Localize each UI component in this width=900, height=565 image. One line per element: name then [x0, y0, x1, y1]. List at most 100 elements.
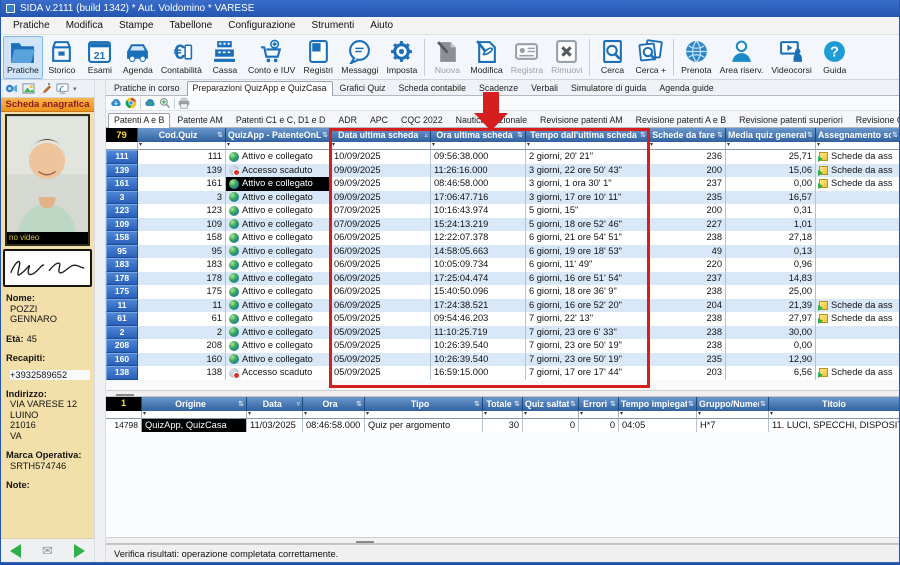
tab-patenti-a-e-b[interactable]: Patenti A e B — [108, 113, 170, 128]
row-number[interactable]: 109 — [106, 218, 138, 232]
tab-nautica-nazionale[interactable]: Nautica Nazionale — [450, 113, 533, 127]
cell-schede-da-fare[interactable]: 200 — [649, 204, 726, 218]
cell-media-quiz[interactable]: 25,71 — [726, 150, 816, 164]
cell-media-quiz[interactable]: 27,18 — [726, 231, 816, 245]
cell-schede-da-fare[interactable]: 227 — [649, 218, 726, 232]
cell-quizapp-status[interactable]: Attivo e collegato — [226, 245, 331, 259]
toolbar-button-cassa[interactable]: Cassa — [206, 36, 244, 79]
cell-ora-ultima-scheda[interactable]: 10:05:09.734 — [431, 258, 526, 272]
menu-pratiche[interactable]: Pratiche — [5, 18, 58, 33]
toolbar-button-area-riserv[interactable]: Area riserv. — [716, 36, 768, 79]
splitter-handle-2[interactable] — [106, 537, 899, 544]
quiz-prep-record-count-header[interactable]: 79 — [106, 128, 138, 142]
cell-assegnamento[interactable] — [816, 272, 900, 286]
cell-data-ultima-scheda[interactable]: 06/09/2025 — [331, 258, 431, 272]
filter-cell[interactable]: ▾ — [579, 411, 619, 419]
tab-scadenze[interactable]: Scadenze — [473, 81, 524, 95]
column-header-schede-da-fare[interactable]: Schede da fare⇅ — [649, 128, 726, 142]
cell-schede-da-fare[interactable]: 203 — [649, 366, 726, 380]
cell-cod-quiz[interactable]: 2 — [138, 326, 226, 340]
cell-data-ultima-scheda[interactable]: 06/09/2025 — [331, 245, 431, 259]
column-header-tipo[interactable]: Tipo⇅ — [365, 397, 483, 411]
cell-ora-ultima-scheda[interactable]: 17:06:47.716 — [431, 191, 526, 205]
toolbar-button-videocorsi[interactable]: Videocorsi — [767, 36, 815, 79]
toolbar-button-cerca[interactable]: Cerca + — [631, 36, 670, 79]
cell-cod-quiz[interactable]: 175 — [138, 285, 226, 299]
chevron-down-icon[interactable]: ▾ — [73, 85, 77, 93]
row-number[interactable]: 14798 — [106, 419, 142, 433]
toolbar-button-imposta[interactable]: Imposta — [382, 36, 421, 79]
webcam-icon[interactable] — [5, 82, 18, 95]
image-icon[interactable] — [22, 82, 35, 95]
cell-assegnamento[interactable]: Schede da ass — [816, 177, 900, 191]
cell-tempo-ultima-scheda[interactable]: 7 giorni, 22' 13" — [526, 312, 649, 326]
cell-tempo-ultima-scheda[interactable]: 6 giorni, 18 ore 36' 9" — [526, 285, 649, 299]
column-header-cod-quiz[interactable]: Cod.Quiz⇅ — [138, 128, 226, 142]
toolbar-button-storico[interactable]: Storico — [43, 36, 81, 79]
cell-data-ultima-scheda[interactable]: 05/09/2025 — [331, 339, 431, 353]
cell-tempo-ultima-scheda[interactable]: 3 giorni, 17 ore 10' 11" — [526, 191, 649, 205]
cell-ora-ultima-scheda[interactable]: 15:40:50.096 — [431, 285, 526, 299]
filter-cell[interactable]: ▾ — [247, 411, 303, 419]
filter-cell[interactable]: ▾ — [142, 411, 247, 419]
row-number[interactable]: 158 — [106, 231, 138, 245]
cell-titolo[interactable]: 11. LUCI, SPECCHI, DISPOSITIVI — [769, 419, 900, 433]
cell-media-quiz[interactable]: 21,39 — [726, 299, 816, 313]
filter-cell[interactable]: ▾ — [483, 411, 523, 419]
filter-cell[interactable]: ▾ — [303, 411, 365, 419]
filter-cell[interactable]: ▾ — [697, 411, 769, 419]
cell-assegnamento[interactable] — [816, 191, 900, 205]
cell-quizapp-status[interactable]: Attivo e collegato — [226, 312, 331, 326]
tab-grafici-quiz[interactable]: Grafici Quiz — [334, 81, 392, 95]
cell-cod-quiz[interactable]: 208 — [138, 339, 226, 353]
cell-cod-quiz[interactable]: 123 — [138, 204, 226, 218]
column-header-quiz-saltati[interactable]: Quiz saltati⇅ — [523, 397, 579, 411]
filter-cell[interactable]: ▾ — [138, 142, 226, 150]
toolbar-button-prenota[interactable]: Prenota — [677, 36, 715, 79]
cell-schede-da-fare[interactable]: 236 — [649, 150, 726, 164]
cell-schede-da-fare[interactable]: 238 — [649, 339, 726, 353]
tab-simulatore-di-guida[interactable]: Simulatore di guida — [565, 81, 652, 95]
cell-ora-ultima-scheda[interactable]: 16:59:15.000 — [431, 366, 526, 380]
filter-cell[interactable]: ▾ — [726, 142, 816, 150]
cell-tempo-ultima-scheda[interactable]: 7 giorni, 17 ore 17' 44" — [526, 366, 649, 380]
column-header-quizapp-patenteonline[interactable]: QuizApp - PatenteOnLine⇅ — [226, 128, 331, 142]
menu-modifica[interactable]: Modifica — [58, 18, 111, 33]
filter-cell[interactable]: ▾ — [816, 142, 900, 150]
cell-cod-quiz[interactable]: 111 — [138, 150, 226, 164]
cell-ora-ultima-scheda[interactable]: 10:26:39.540 — [431, 353, 526, 367]
prev-record-button[interactable] — [10, 544, 21, 558]
cell-assegnamento[interactable] — [816, 218, 900, 232]
cell-quiz-saltati[interactable]: 0 — [523, 419, 579, 433]
column-header-errori[interactable]: Errori⇅ — [579, 397, 619, 411]
filter-cell[interactable]: ▾ — [331, 142, 431, 150]
cell-data-ultima-scheda[interactable]: 09/09/2025 — [331, 164, 431, 178]
toolbar-button-cerca[interactable]: Cerca — [593, 36, 631, 79]
tab-revisione-cqc[interactable]: Revisione CQC — [850, 113, 900, 127]
cell-assegnamento[interactable] — [816, 285, 900, 299]
cell-schede-da-fare[interactable]: 238 — [649, 231, 726, 245]
cell-data-ultima-scheda[interactable]: 09/09/2025 — [331, 177, 431, 191]
filter-cell[interactable] — [106, 142, 138, 150]
cloud-download-icon[interactable] — [110, 97, 122, 109]
cell-quizapp-status[interactable]: Attivo e collegato — [226, 177, 331, 191]
cloud-add-icon[interactable] — [144, 97, 156, 109]
cell-media-quiz[interactable]: 30,00 — [726, 326, 816, 340]
cell-cod-quiz[interactable]: 61 — [138, 312, 226, 326]
cell-quizapp-status[interactable]: Attivo e collegato — [226, 272, 331, 286]
cell-cod-quiz[interactable]: 11 — [138, 299, 226, 313]
cell-quizapp-status[interactable]: Accesso scaduto — [226, 366, 331, 380]
screencast-icon[interactable] — [56, 82, 69, 95]
cell-schede-da-fare[interactable]: 237 — [649, 177, 726, 191]
cell-tempo-ultima-scheda[interactable]: 6 giorni, 16 ore 51' 54" — [526, 272, 649, 286]
menu-tabellone[interactable]: Tabellone — [161, 18, 220, 33]
brush-icon[interactable] — [39, 82, 52, 95]
toolbar-button-contabilit[interactable]: €Contabilità — [157, 36, 206, 79]
cell-media-quiz[interactable]: 14,83 — [726, 272, 816, 286]
cell-quizapp-status[interactable]: Attivo e collegato — [226, 191, 331, 205]
tab-revisione-patenti-am[interactable]: Revisione patenti AM — [534, 113, 629, 127]
cell-schede-da-fare[interactable]: 238 — [649, 312, 726, 326]
printer-icon[interactable] — [178, 97, 190, 109]
cell-assegnamento[interactable] — [816, 231, 900, 245]
cell-quizapp-status[interactable]: Attivo e collegato — [226, 218, 331, 232]
